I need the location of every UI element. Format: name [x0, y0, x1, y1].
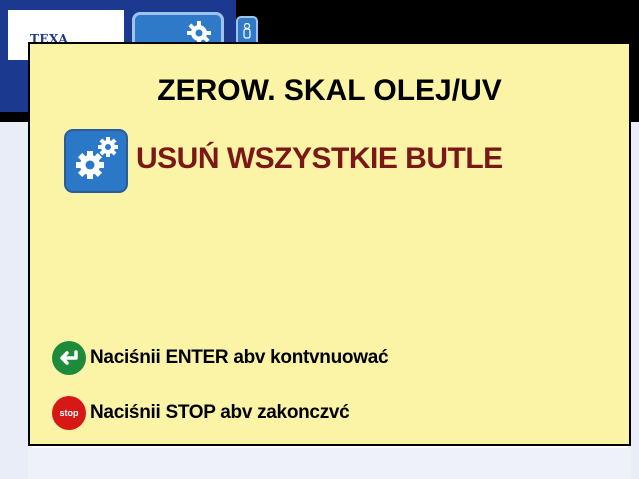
- message-dialog: ZEROW. SKAL OLEJ/UV USUŃ WSZYSTKIE BUTLE…: [28, 42, 631, 446]
- stop-icon-text: stop: [59, 408, 79, 418]
- dialog-title: ZEROW. SKAL OLEJ/UV: [157, 74, 502, 107]
- enter-action[interactable]: Naciśnii ENTER abv kontvnuować: [52, 341, 389, 375]
- enter-action-label: Naciśnii ENTER abv kontvnuować: [90, 347, 389, 368]
- enter-icon[interactable]: [52, 341, 86, 375]
- stop-action[interactable]: stop Naciśnii STOP abv zakonczvć: [52, 396, 350, 430]
- stop-action-label: Naciśnii STOP abv zakonczvć: [90, 402, 350, 423]
- dialog-message: USUŃ WSZYSTKIE BUTLE: [136, 142, 503, 175]
- gears-icon: [64, 129, 128, 193]
- person-icon: [243, 23, 251, 39]
- bottom-margin: [28, 448, 631, 479]
- stop-icon[interactable]: stop: [52, 396, 86, 430]
